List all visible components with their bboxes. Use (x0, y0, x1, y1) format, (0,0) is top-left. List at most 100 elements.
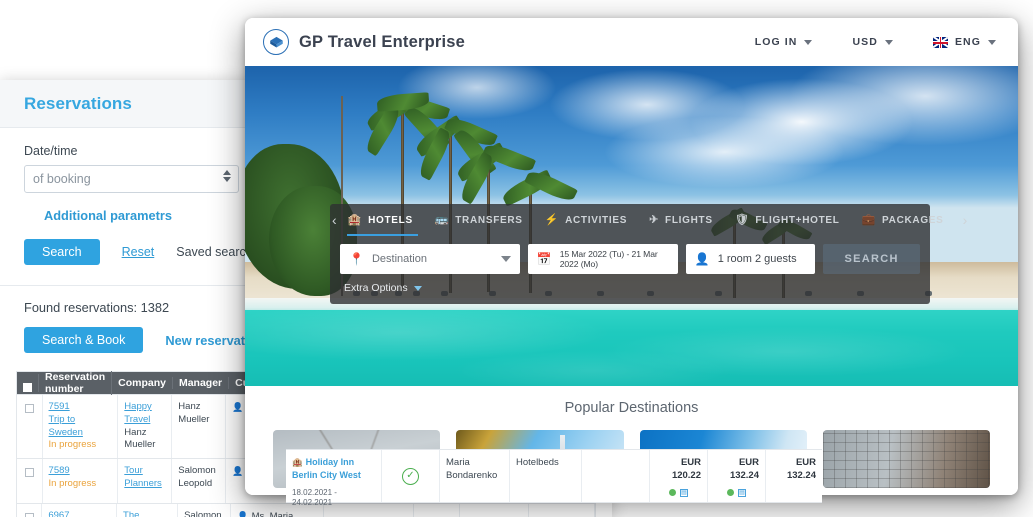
reset-link[interactable]: Reset (122, 245, 155, 259)
tab-label: HOTELS (368, 214, 413, 226)
hotel-dates: 18.02.2021 - 24.02.2021 (292, 487, 337, 508)
manager-cell: Hanz Mueller (172, 395, 227, 459)
company-link[interactable]: Tour Planners (124, 465, 165, 491)
tab-activities[interactable]: ⚡ ACTIVITIES (534, 204, 638, 236)
hero-search-button[interactable]: SEARCH (823, 244, 920, 274)
blank-cell (582, 450, 650, 502)
bolt-icon: ⚡ (544, 213, 560, 226)
date-type-select[interactable]: of booking (24, 165, 239, 193)
supplier-cell (529, 504, 595, 517)
gp-travel-window: GP Travel Enterprise LOG IN USD ENG ‹ 🏨 … (245, 18, 1018, 495)
supplier-cell: Hotelbeds (510, 450, 582, 502)
tab-hotels[interactable]: 🏨 HOTELS (337, 204, 424, 236)
tab-transfers[interactable]: 🚌 TRANSFERS (424, 204, 534, 236)
search-tabs: ‹ 🏨 HOTELS 🚌 TRANSFERS ⚡ ACTIVITIES ✈ FL… (330, 204, 967, 236)
reservation-number-cell: 7589 In progress (43, 459, 119, 504)
tab-label: FLIGHTS (665, 214, 713, 226)
chevron-down-icon[interactable] (500, 256, 511, 262)
extra-options-toggle[interactable]: Extra Options (330, 274, 930, 294)
dates-input[interactable]: 📅 15 Mar 2022 (Tu) - 21 Mar 2022 (Mo) (527, 244, 678, 274)
hotel-icon: 🏨 (347, 213, 363, 226)
reservation-number-link[interactable]: 7591 (49, 401, 112, 414)
status-cell (414, 504, 461, 517)
search-and-book-button[interactable]: Search & Book (24, 327, 144, 353)
flight-hotel-icon: 🛡 (734, 213, 750, 226)
guests-value: 1 room 2 guests (717, 253, 797, 265)
login-menu[interactable]: LOG IN (755, 36, 813, 48)
trip-name-link[interactable]: Trip to Sweden (49, 414, 112, 440)
bus-icon: 🚌 (434, 213, 450, 226)
tab-label: ACTIVITIES (565, 214, 628, 226)
chevron-down-icon (884, 39, 893, 45)
reservation-number-link[interactable]: 7589 (49, 465, 112, 478)
price-1-icons: ▤ (656, 488, 701, 497)
col-company: Company (112, 377, 173, 389)
status-badge: In progress (48, 439, 97, 451)
extra-options-label: Extra Options (344, 282, 408, 294)
tab-label: FLIGHT+HOTEL (755, 214, 840, 226)
price-2-icons: ▤ (714, 488, 759, 497)
chevron-down-icon (804, 39, 813, 45)
stepper-icon[interactable] (223, 170, 231, 182)
price-3-cell: EUR 132.24 (766, 450, 822, 502)
tab-flight-hotel[interactable]: 🛡 FLIGHT+HOTEL (724, 204, 851, 236)
guests-input[interactable]: 👤 1 room 2 guests (685, 244, 816, 274)
destination-placeholder: Destination (371, 253, 427, 265)
front-table-row[interactable]: 🏨 Holiday Inn Berlin City West 18.02.2021… (286, 449, 822, 507)
hero-banner: ‹ 🏨 HOTELS 🚌 TRANSFERS ⚡ ACTIVITIES ✈ FL… (245, 66, 1018, 386)
agent-cell (460, 504, 529, 517)
status-badge: In progress (48, 478, 97, 490)
document-icon[interactable]: ▤ (680, 488, 688, 497)
select-all-checkbox[interactable] (17, 374, 39, 392)
check-circle-icon: ✓ (402, 467, 419, 485)
search-button[interactable]: Search (24, 239, 100, 265)
login-label: LOG IN (754, 36, 798, 48)
green-status-dot-icon (727, 489, 734, 497)
person-icon: 👤 (694, 252, 710, 266)
hero-sea (245, 310, 1018, 386)
gp-logo-icon (263, 29, 289, 55)
currency-menu[interactable]: USD (852, 36, 893, 48)
currency-label: USD (852, 36, 878, 48)
price-1-cell: EUR 120.22 ▤ (650, 450, 708, 502)
price-2-cell: EUR 132.24 ▤ (708, 450, 766, 502)
manager-cell: Salomon Leopold (178, 504, 232, 517)
brand-name: GP Travel Enterprise (299, 32, 466, 51)
price-3-value: EUR 132.24 (786, 457, 816, 481)
row-checkbox[interactable] (17, 395, 43, 459)
popular-destinations-title: Popular Destinations (564, 400, 699, 416)
manager-cell: Salomon Leopold (172, 459, 227, 504)
reservation-number-link[interactable]: 6967 (48, 510, 110, 517)
company-link[interactable]: The Vacation Connection (123, 510, 171, 517)
person-icon: 👤 (232, 466, 244, 477)
company-cell: Happy Travel Hanz Mueller (118, 395, 173, 459)
company-link[interactable]: Happy Travel (124, 401, 165, 427)
company-contact: Hanz Mueller (124, 426, 156, 451)
row-checkbox[interactable] (17, 504, 43, 517)
dates-value: 15 Mar 2022 (Tu) - 21 Mar 2022 (Mo) (559, 249, 658, 269)
agent-cell: Maria Bondarenko (440, 450, 510, 502)
document-icon[interactable]: ▤ (738, 488, 746, 497)
uk-flag-icon (932, 36, 948, 48)
chevron-down-icon (413, 285, 422, 291)
col-manager: Manager (173, 377, 230, 389)
tab-label: TRANSFERS (455, 214, 523, 226)
tabs-next-arrow-icon[interactable]: › (963, 212, 968, 228)
calendar-icon: 📅 (536, 252, 552, 266)
language-menu[interactable]: ENG (932, 36, 996, 48)
reservation-number-cell: 7591 Trip to Sweden In progress (43, 395, 119, 459)
destination-input[interactable]: 📍 Destination (340, 244, 520, 274)
hotel-cell: 🏨 Holiday Inn Berlin City West 18.02.2021… (286, 450, 382, 507)
tab-label: PACKAGES (882, 214, 944, 226)
price-2-value: EUR 132.24 (729, 457, 759, 481)
row-checkbox[interactable] (17, 459, 43, 504)
tab-flights[interactable]: ✈ FLIGHTS (638, 204, 724, 236)
brand[interactable]: GP Travel Enterprise (263, 29, 465, 55)
company-cell: The Vacation Connection (117, 504, 179, 517)
destination-card-4[interactable] (822, 430, 990, 488)
site-header: GP Travel Enterprise LOG IN USD ENG (245, 18, 1018, 66)
price-1-value: EUR 120.22 (671, 457, 701, 481)
tab-packages[interactable]: 💼 PACKAGES (851, 204, 955, 236)
status-cell: ✓ (382, 450, 440, 502)
screenshot-stage: Reservations Date/time of booking Additi… (0, 0, 1033, 517)
